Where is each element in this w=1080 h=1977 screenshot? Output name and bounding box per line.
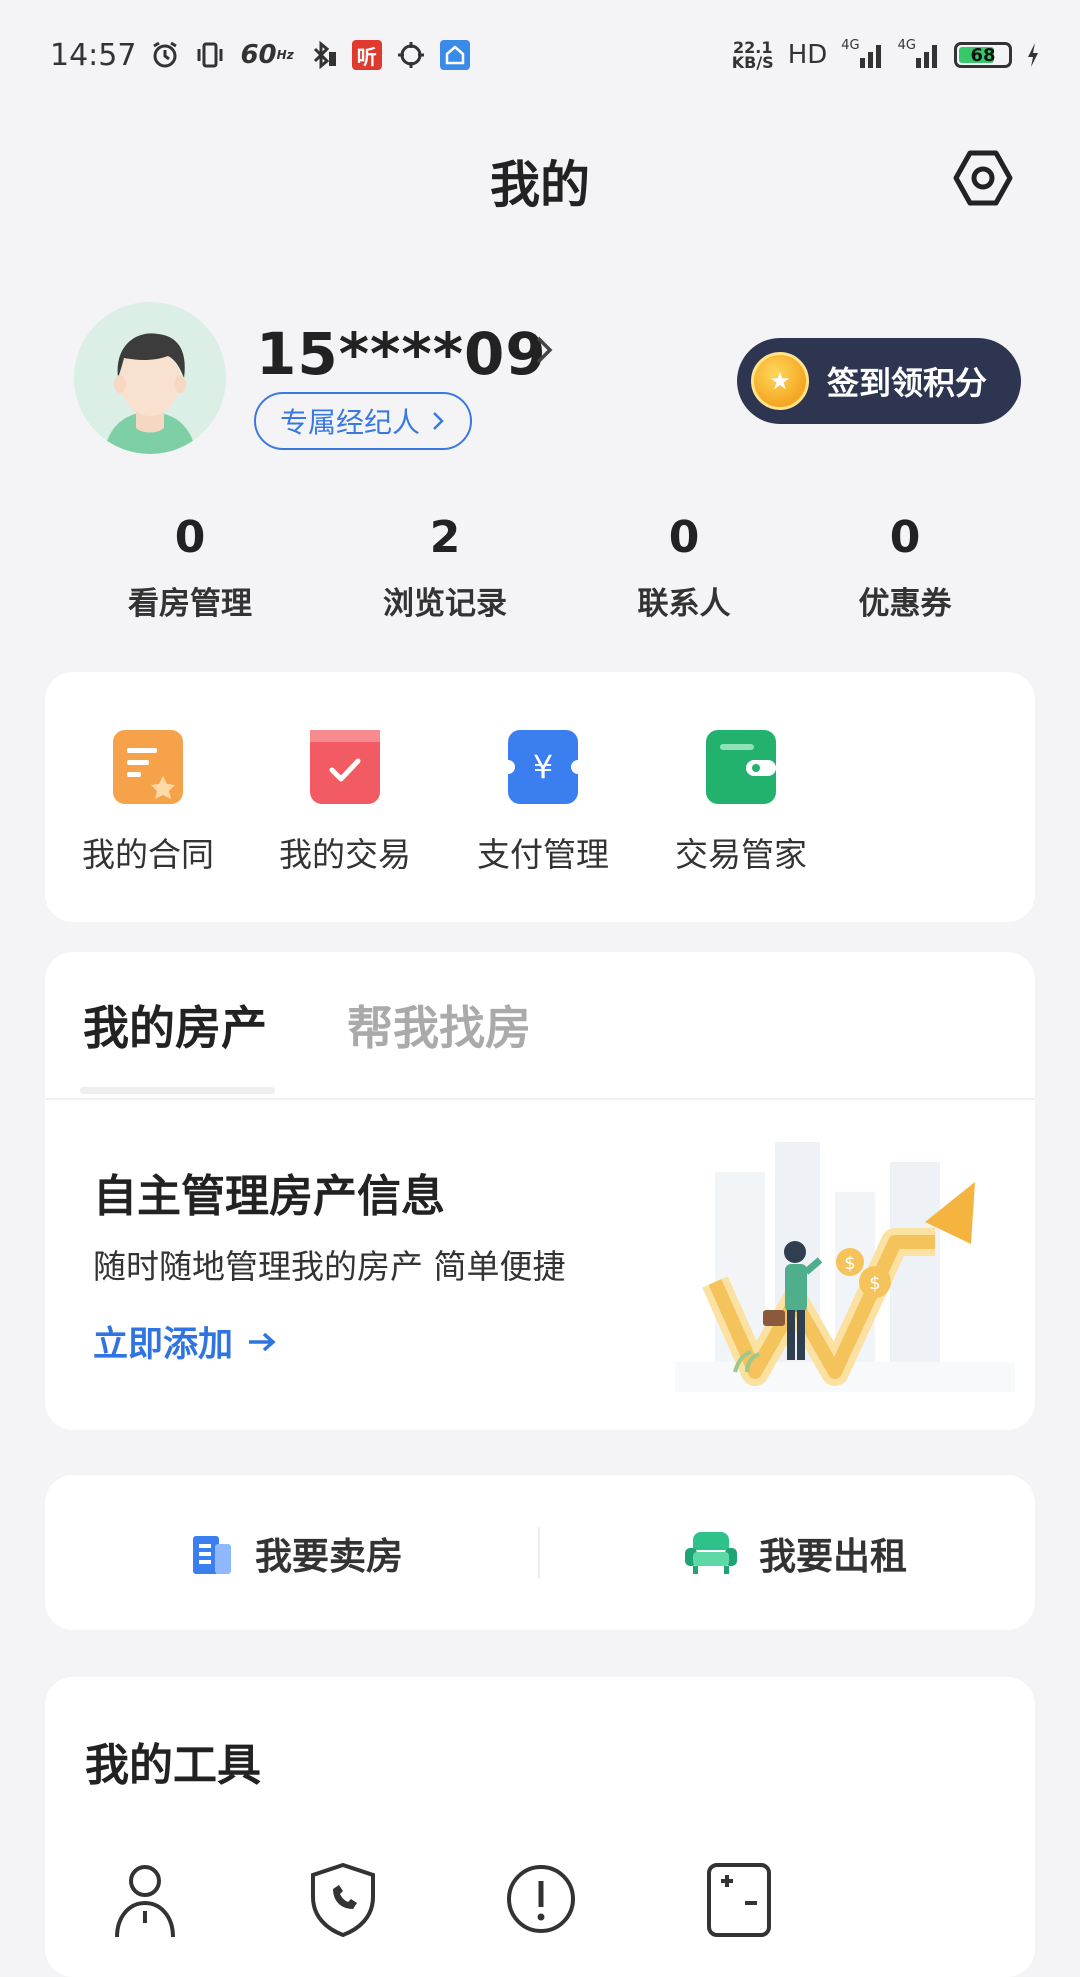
svg-text:¥: ¥ [533,748,553,786]
status-right: 22.1 KB/S HD 4G 4G 68 [732,38,1040,72]
user-phone[interactable]: 15****09 [256,320,547,388]
quick-action-label: 我的合同 [82,835,214,874]
page-title: 我的 [490,156,590,214]
status-bar: 14:57 60 Hz 听 22.1 KB/S HD 4G 4G 68 [0,0,1080,110]
tools-title: 我的工具 [85,1740,261,1791]
quick-actions-card: 我的合同 我的交易 ¥ 支付管理 交易管家 [45,672,1035,922]
avatar-person-icon [74,302,226,454]
tool-person[interactable] [105,1859,185,1939]
refresh-rate: 60 Hz [240,38,293,72]
chevron-right-icon[interactable] [530,330,560,370]
quick-butler[interactable]: 交易管家 [666,730,816,876]
stat-value: 0 [174,512,206,563]
rent-out-label: 我要出租 [759,1534,907,1578]
stat-label: 优惠券 [858,586,952,622]
divider [538,1527,540,1579]
stat-coupons[interactable]: 0 优惠券 [785,510,1025,623]
net-speed-unit: KB/S [731,53,774,72]
stat-label: 浏览记录 [383,586,507,622]
person-icon [115,1865,175,1938]
battery-level: 68 [970,44,996,66]
quick-action-label: 支付管理 [477,835,609,874]
tool-report[interactable] [501,1859,581,1939]
tab-my-property[interactable]: 我的房产 [83,992,267,1058]
add-property-label: 立即添加 [93,1325,234,1365]
wallet-icon [706,730,776,804]
arrow-right-icon [249,1332,276,1351]
signal-icon-1: 4G [841,38,883,72]
stat-value: 0 [668,512,700,563]
stat-contacts[interactable]: 0 联系人 [564,510,804,623]
svg-text:$: $ [869,1273,880,1294]
quick-payment[interactable]: ¥ 支付管理 [468,730,618,876]
stat-history[interactable]: 2 浏览记录 [325,510,565,623]
agent-tag-label: 专属经纪人 [280,406,421,439]
shield-phone-icon [311,1862,375,1938]
agent-tag-button[interactable]: 专属经纪人 [254,392,473,450]
network-type-2: 4G [897,38,916,53]
vibrate-icon [194,38,226,72]
stat-value: 0 [889,512,921,563]
alert-icon [507,1865,575,1933]
quick-my-contract[interactable]: 我的合同 [73,730,223,876]
transaction-icon [310,730,380,804]
home-app-icon [439,40,470,70]
stat-viewing[interactable]: 0 看房管理 [70,510,310,623]
tab-indicator [80,1087,275,1094]
sofa-icon [685,1531,737,1574]
sell-house-button[interactable]: 我要卖房 [189,1475,403,1630]
hd-label: HD [787,40,828,70]
tool-safe-call[interactable] [303,1859,383,1939]
quick-my-transaction[interactable]: 我的交易 [270,730,420,876]
bluetooth-icon [308,38,338,72]
settings-hexagon-icon [953,150,1013,206]
status-time: 14:57 [50,37,137,73]
coin-star-icon: ★ [751,352,809,410]
signin-points-button[interactable]: ★ 签到领积分 [737,338,1021,424]
quick-action-label: 交易管家 [675,835,807,874]
gear-status-icon [396,38,426,72]
charging-icon [1026,38,1040,72]
property-title: 自主管理房产信息 [93,1171,445,1222]
property-subtitle: 随时随地管理我的房产 简单便捷 [93,1247,566,1286]
alarm-icon [150,38,180,72]
refresh-rate-unit: Hz [276,48,294,62]
network-type-1: 4G [841,38,860,53]
tools-card: 我的工具 [45,1677,1035,1977]
signin-label: 签到领积分 [827,364,988,402]
net-speed: 22.1 KB/S [731,40,774,72]
tool-calculator[interactable] [699,1859,779,1939]
property-card: 我的房产 帮我找房 自主管理房产信息 随时随地管理我的房产 简单便捷 立即添加 … [45,952,1035,1430]
news-app-icon: 听 [351,40,382,70]
signal-icon-2: 4G [898,38,940,72]
stat-label: 联系人 [637,586,731,622]
chevron-right-icon [433,412,444,430]
refresh-rate-value: 60 [240,40,277,70]
status-left: 14:57 60 Hz 听 [50,38,470,73]
tab-divider [45,1098,1035,1100]
tab-find-house[interactable]: 帮我找房 [347,992,531,1058]
stat-value: 2 [429,512,461,563]
growth-illustration: $ $ [675,1132,1015,1392]
payment-icon: ¥ [501,730,585,804]
svg-text:$: $ [844,1253,855,1274]
battery-icon: 68 [954,42,1012,68]
calculator-icon [707,1863,771,1937]
rent-out-button[interactable]: 我要出租 [683,1475,907,1630]
settings-button[interactable] [950,145,1016,211]
sell-rent-card: 我要卖房 我要出租 [45,1475,1035,1630]
add-property-link[interactable]: 立即添加 [93,1316,277,1367]
avatar[interactable] [74,302,226,454]
quick-action-label: 我的交易 [279,835,411,874]
sell-house-label: 我要卖房 [255,1534,403,1578]
building-icon [193,1535,231,1574]
stat-label: 看房管理 [128,586,252,622]
contract-icon [113,730,183,804]
